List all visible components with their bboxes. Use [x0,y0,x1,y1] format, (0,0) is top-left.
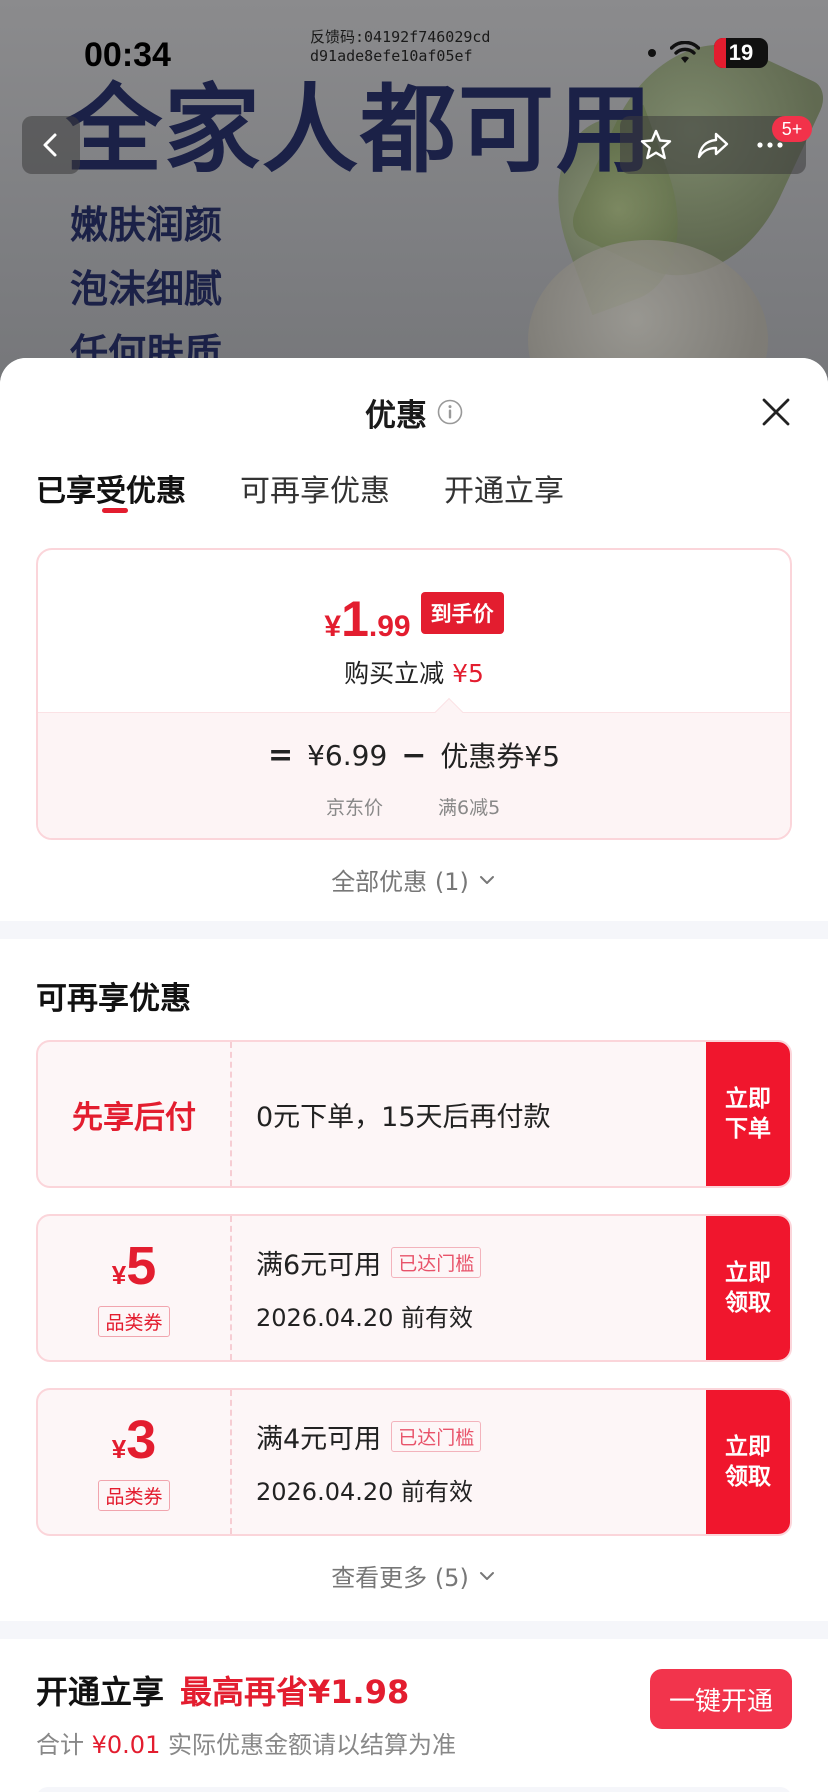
vip-title: 开通立享 [36,1673,165,1711]
coupon-value-area: ¥5 品类券 [38,1216,232,1360]
minus-sign: − [401,737,427,773]
coupon-condition: 满4元可用 [256,1424,382,1455]
offer-tabs: 已享受优惠 可再享优惠 开通立享 [0,466,828,528]
bnpl-card: 先享后付 0元下单，15天后再付款 立即下单 [36,1040,792,1188]
sheet-title: 优惠 [365,397,427,434]
vip-subtext: 合计 ¥0.01 实际优惠金额请以结算为准 [36,1725,792,1760]
currency-symbol: ¥ [111,1259,127,1290]
enjoyed-offers-section: 优惠 已享受优惠 可再享优惠 开通立享 ¥1.99 到手价 购买立减 ¥5 = … [0,358,828,921]
threshold-met-tag: 已达门槛 [391,1247,482,1278]
vip-detail-box [36,1787,792,1792]
price-decimal: .99 [368,610,411,643]
feedback-code-line: 反馈码:04192f746029cd [310,28,491,46]
coupon-condition: 满6减5 [438,797,501,819]
bnpl-label: 先享后付 [72,1099,196,1136]
tab-enjoyed[interactable]: 已享受优惠 [36,466,186,528]
status-icons: 19 [648,38,768,68]
coupon-value: 3 [126,1409,157,1470]
coupon-condition: 满6元可用 [256,1250,382,1281]
vip-note: 实际优惠金额请以结算为准 [168,1731,456,1759]
view-more-label: 查看更多 (5) [331,1564,469,1592]
message-badge: 5+ [772,116,812,142]
equals-sign: = [267,737,294,773]
feedback-code: 反馈码:04192f746029cd d91ade8efe10af05ef [310,28,490,66]
coupon-expiry: 2026.04.20 前有效 [256,1304,474,1332]
coupon-type-tag: 品类券 [98,1305,170,1337]
instant-discount: 购买立减 ¥5 [38,654,790,690]
star-icon[interactable] [639,128,673,162]
sheet-header: 优惠 [0,358,828,466]
order-now-button[interactable]: 立即下单 [706,1042,790,1186]
banner-line: 嫩肤润颜 [70,203,223,247]
coupon-card: ¥5 品类券 满6元可用 已达门槛 2026.04.20 前有效 立即领取 [36,1214,792,1362]
offers-sheet: 优惠 已享受优惠 可再享优惠 开通立享 ¥1.99 到手价 购买立减 ¥5 = … [0,358,828,1792]
jd-price: ¥6.99 [307,738,388,772]
battery-level: 19 [728,40,754,65]
price-summary: ¥1.99 到手价 购买立减 ¥5 [38,550,790,712]
signal-dot-icon [648,49,656,57]
final-price-card: ¥1.99 到手价 购买立减 ¥5 = ¥6.99 − 优惠券¥5 京东价 满6… [36,548,792,840]
price-formula: = ¥6.99 − 优惠券¥5 [38,735,790,775]
close-icon[interactable] [758,394,794,430]
coupon-value: 5 [126,1235,157,1296]
chevron-left-icon [43,133,57,157]
chevron-down-icon [479,875,494,884]
all-offers-toggle[interactable]: 全部优惠 (1) [0,840,828,897]
instant-discount-amount: ¥5 [452,659,484,688]
final-price-tag: 到手价 [420,592,504,634]
banner-line: 泡沫细腻 [70,267,223,311]
vip-savings: 最高再省¥1.98 [180,1673,410,1711]
coupon-card: ¥3 品类券 满4元可用 已达门槛 2026.04.20 前有效 立即领取 [36,1388,792,1536]
total-label: 合计 [36,1731,84,1759]
claim-coupon-button[interactable]: 立即领取 [706,1390,790,1534]
total-amount: ¥0.01 [91,1731,161,1759]
bnpl-info: 0元下单，15天后再付款 [232,1042,706,1186]
status-time: 00:34 [84,36,171,74]
info-icon[interactable] [437,399,463,425]
tab-open-vip[interactable]: 开通立享 [444,466,564,528]
coupon-condition-row: 满6元可用 已达门槛 [256,1243,706,1282]
coupon-amount: ¥5 [111,1239,157,1306]
back-button[interactable] [22,116,80,174]
coupon-info: 满6元可用 已达门槛 2026.04.20 前有效 [232,1216,706,1360]
coupon-info: 满4元可用 已达门槛 2026.04.20 前有效 [232,1390,706,1534]
section-title: 可再享优惠 [36,981,191,1017]
threshold-met-tag: 已达门槛 [391,1421,482,1452]
share-icon[interactable] [696,128,730,162]
final-price: ¥1.99 [324,594,411,644]
chevron-down-icon [479,1571,494,1580]
coupon-type-tag: 品类券 [98,1479,170,1511]
price-breakdown: = ¥6.99 − 优惠券¥5 京东价 满6减5 [38,697,790,838]
bnpl-description: 0元下单，15天后再付款 [256,1101,551,1133]
coupon-condition-row: 满4元可用 已达门槛 [256,1417,706,1456]
currency-symbol: ¥ [324,610,342,643]
all-offers-label: 全部优惠 (1) [331,868,469,896]
bnpl-label-area: 先享后付 [38,1042,232,1186]
one-click-open-button[interactable]: 一键开通 [650,1669,792,1729]
vip-section: 开通立享 最高再省¥1.98 合计 ¥0.01 实际优惠金额请以结算为准 一键开… [0,1639,828,1792]
coupon-discount: 优惠券¥5 [440,740,561,773]
view-more-toggle[interactable]: 查看更多 (5) [36,1558,792,1593]
more-offers-section: 可再享优惠 先享后付 0元下单，15天后再付款 立即下单 ¥5 品类券 满6元可… [0,939,828,1621]
final-price-line: ¥1.99 到手价 [38,592,790,644]
price-integer: 1 [341,591,369,647]
battery-icon: 19 [714,38,768,68]
coupon-amount: ¥3 [111,1413,157,1480]
currency-symbol: ¥ [111,1433,127,1464]
wifi-icon [670,41,700,63]
jd-price-label: 京东价 [326,797,384,819]
claim-coupon-button[interactable]: 立即领取 [706,1216,790,1360]
feedback-code-line: d91ade8efe10af05ef [310,47,473,65]
instant-discount-label: 购买立减 [344,659,445,688]
tab-more-offers[interactable]: 可再享优惠 [240,466,390,528]
coupon-value-area: ¥3 品类券 [38,1390,232,1534]
coupon-expiry: 2026.04.20 前有效 [256,1478,474,1506]
